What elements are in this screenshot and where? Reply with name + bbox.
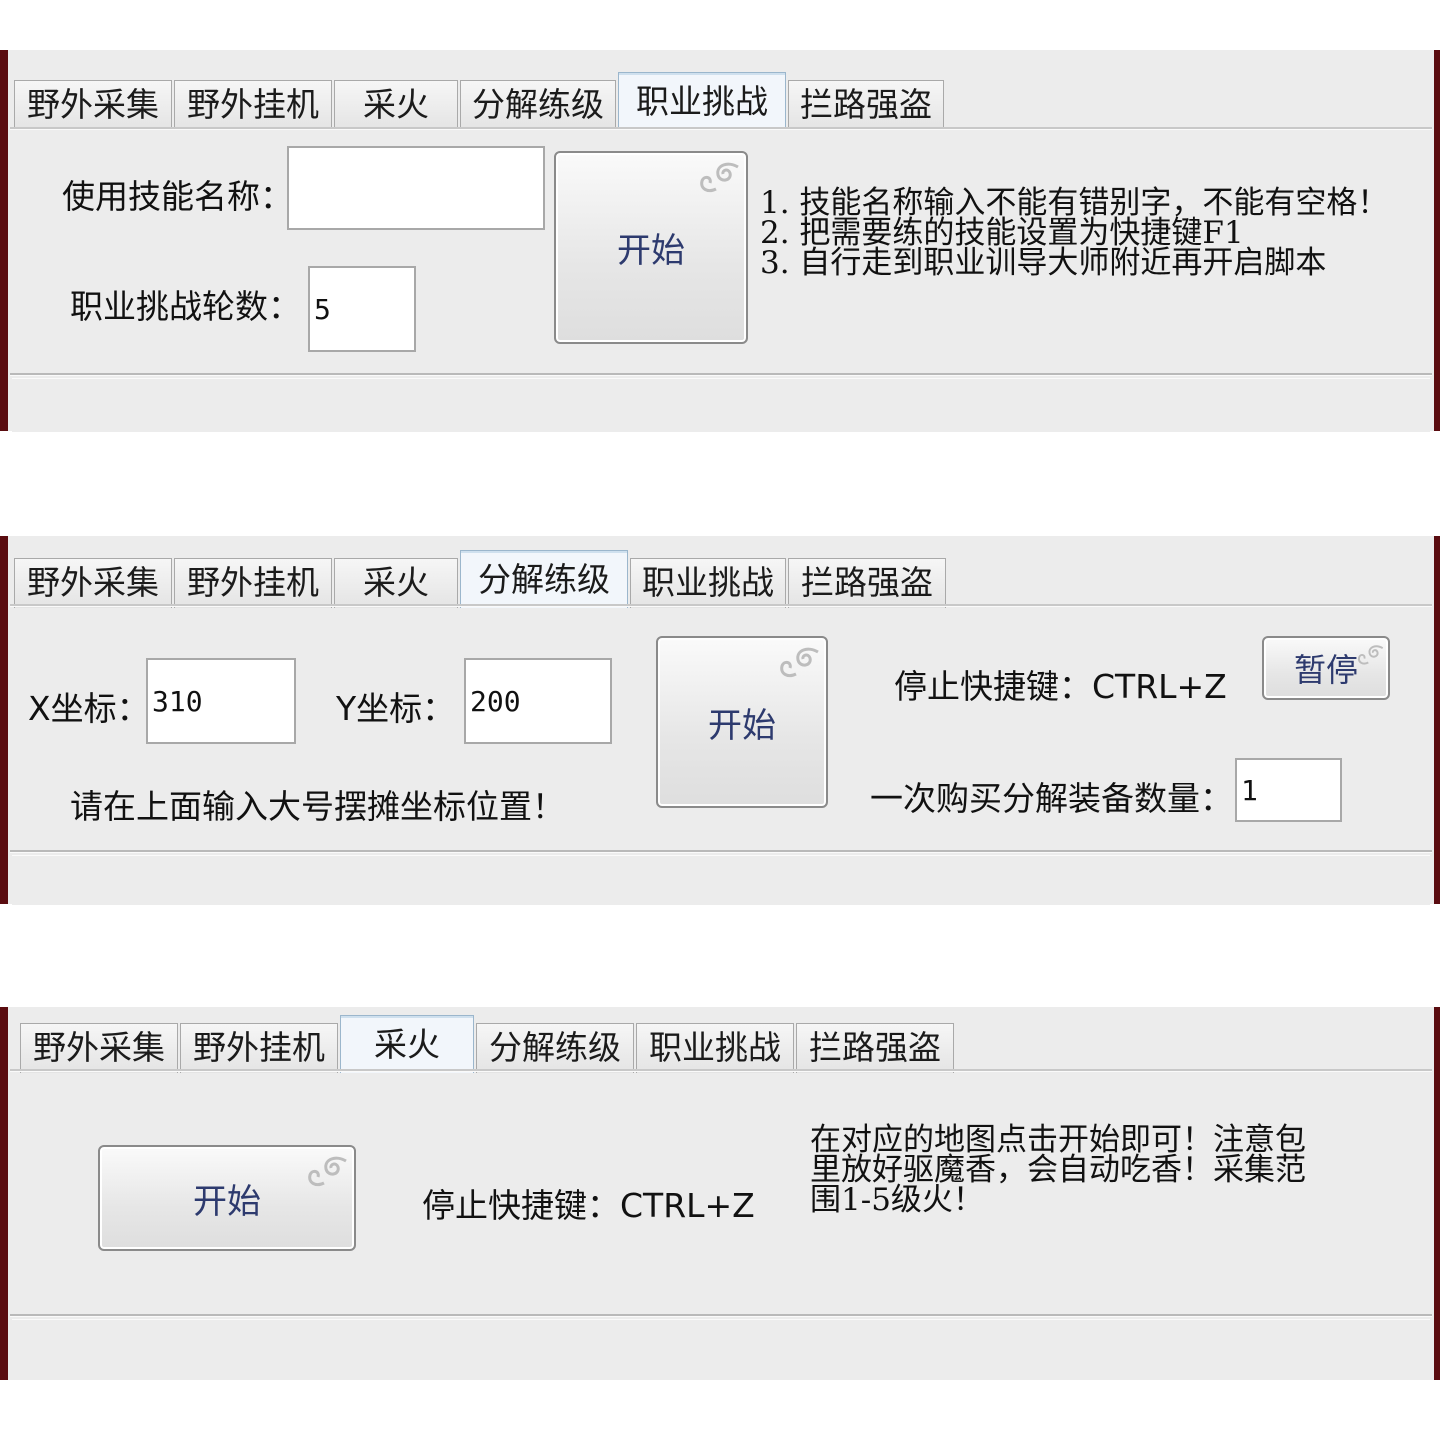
panel-gather-fire: 野外采集 野外挂机 采火 分解练级 职业挑战 拦路强盗 开始 停止快捷键：CTR… <box>0 1007 1440 1380</box>
tab-decompose-level[interactable]: 分解练级 <box>476 1023 634 1073</box>
tab-field-idle[interactable]: 野外挂机 <box>180 1023 338 1073</box>
tab-content-top-border <box>10 1069 1432 1072</box>
tab-field-idle[interactable]: 野外挂机 <box>174 80 332 130</box>
tab-career-challenge[interactable]: 职业挑战 <box>636 1023 794 1073</box>
stop-hotkey-text: 停止快捷键：CTRL+Z <box>894 667 1227 706</box>
y-coordinate-input[interactable]: 200 <box>464 658 612 744</box>
buy-quantity-input[interactable]: 1 <box>1235 758 1342 822</box>
skill-name-input[interactable] <box>287 146 545 230</box>
tab-gather-fire[interactable]: 采火 <box>334 80 458 130</box>
pause-button-label: 暂停 <box>1293 651 1358 689</box>
status-bar <box>12 378 1430 432</box>
tab-field-idle[interactable]: 野外挂机 <box>174 558 332 608</box>
coordinate-hint: 请在上面输入大号摆摊坐标位置！ <box>70 787 565 826</box>
start-button[interactable]: 开始 <box>554 151 748 344</box>
content-bottom-border <box>10 373 1432 376</box>
panel-career-challenge: 野外采集 野外挂机 采火 分解练级 职业挑战 拦路强盗 使用技能名称： 职业挑战… <box>0 50 1440 432</box>
tab-field-gather[interactable]: 野外采集 <box>14 558 172 608</box>
buy-quantity-label: 一次购买分解装备数量： <box>870 779 1233 818</box>
tab-gather-fire[interactable]: 采火 <box>334 558 458 608</box>
start-button[interactable]: 开始 <box>656 636 828 808</box>
tab-highway-robber[interactable]: 拦路强盗 <box>788 558 946 608</box>
tab-bar: 野外采集 野外挂机 采火 分解练级 职业挑战 拦路强盗 <box>14 72 946 130</box>
tab-gather-fire[interactable]: 采火 <box>340 1015 474 1073</box>
tab-content-top-border <box>10 127 1432 130</box>
instruction-line-2: 里放好驱魔香，会自动吃香！采集范 <box>810 1152 1306 1188</box>
tab-decompose-level[interactable]: 分解练级 <box>460 550 628 608</box>
stop-hotkey-text: 停止快捷键：CTRL+Z <box>422 1186 755 1225</box>
challenge-rounds-label: 职业挑战轮数： <box>70 287 301 326</box>
x-coordinate-label: X坐标： <box>28 689 150 728</box>
skill-name-label: 使用技能名称： <box>62 177 293 216</box>
status-bar <box>12 855 1430 905</box>
start-button-label: 开始 <box>617 231 685 271</box>
tab-bar: 野外采集 野外挂机 采火 分解练级 职业挑战 拦路强盗 <box>20 1015 956 1073</box>
swirl-ornament-icon <box>780 647 819 678</box>
start-button[interactable]: 开始 <box>98 1145 356 1251</box>
tab-bar: 野外采集 野外挂机 采火 分解练级 职业挑战 拦路强盗 <box>14 550 948 608</box>
x-coordinate-input[interactable]: 310 <box>146 658 296 744</box>
panel-decompose-level: 野外采集 野外挂机 采火 分解练级 职业挑战 拦路强盗 X坐标： 310 Y坐标… <box>0 536 1440 905</box>
content-bottom-border <box>10 850 1432 853</box>
start-button-label: 开始 <box>193 1181 261 1222</box>
tab-field-gather[interactable]: 野外采集 <box>20 1023 178 1073</box>
swirl-ornament-icon <box>308 1156 347 1187</box>
instruction-line-1: 在对应的地图点击开始即可！注意包 <box>810 1122 1306 1158</box>
tab-decompose-level[interactable]: 分解练级 <box>460 80 616 130</box>
swirl-ornament-icon <box>700 162 739 193</box>
tab-career-challenge[interactable]: 职业挑战 <box>618 72 786 130</box>
instruction-line-3: 3. 自行走到职业训导大师附近再开启脚本 <box>760 245 1327 281</box>
y-coordinate-label: Y坐标： <box>336 689 456 728</box>
tab-content-top-border <box>10 604 1432 607</box>
instructions-text: 1. 技能名称输入不能有错别字，不能有空格！ 2. 把需要练的技能设置为快捷键F… <box>760 185 1389 281</box>
instruction-line-3: 围1-5级火！ <box>810 1182 984 1218</box>
instruction-line-1: 1. 技能名称输入不能有错别字，不能有空格！ <box>760 185 1389 221</box>
status-bar <box>12 1319 1430 1376</box>
swirl-ornament-icon <box>1357 645 1384 665</box>
tab-career-challenge[interactable]: 职业挑战 <box>630 558 786 608</box>
tab-highway-robber[interactable]: 拦路强盗 <box>788 80 944 130</box>
tab-highway-robber[interactable]: 拦路强盗 <box>796 1023 954 1073</box>
tab-field-gather[interactable]: 野外采集 <box>14 80 172 130</box>
start-button-label: 开始 <box>708 705 776 746</box>
instructions-text: 在对应的地图点击开始即可！注意包 里放好驱魔香，会自动吃香！采集范 围1-5级火… <box>810 1122 1306 1218</box>
pause-button[interactable]: 暂停 <box>1262 636 1390 700</box>
instruction-line-2: 2. 把需要练的技能设置为快捷键F1 <box>760 215 1244 251</box>
content-bottom-border <box>10 1314 1432 1317</box>
challenge-rounds-input[interactable]: 5 <box>308 266 416 352</box>
